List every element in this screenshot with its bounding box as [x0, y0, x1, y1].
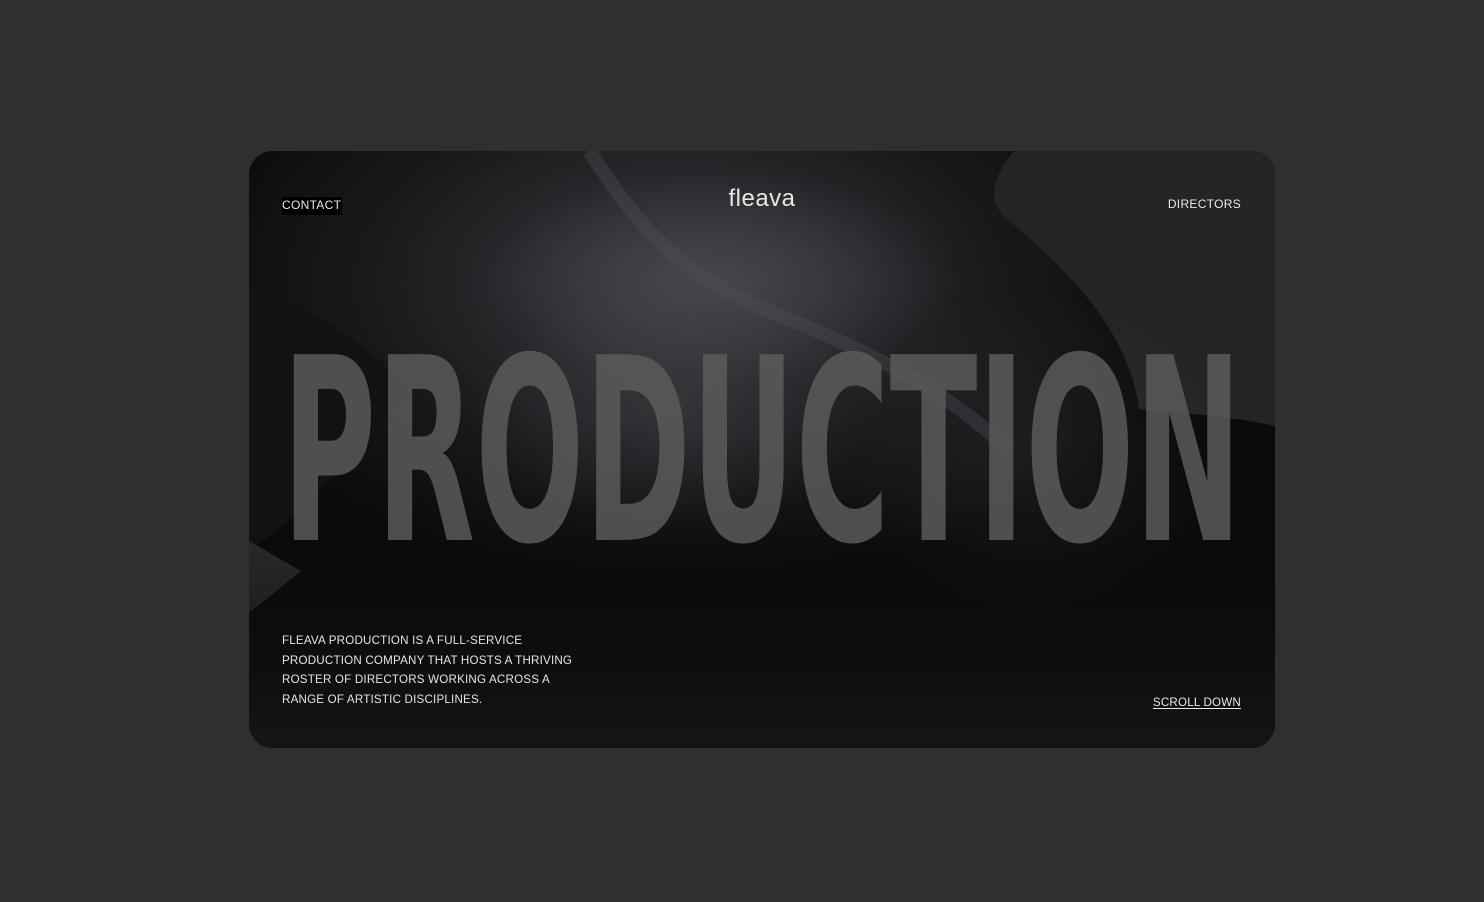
hero-card: PRODUCTION CONTACT fleava DIRECTORS FLEA…: [249, 151, 1275, 748]
scroll-down-link[interactable]: SCROLL DOWN: [1153, 696, 1241, 709]
hero-description: FLEAVA PRODUCTION IS A FULL-SERVICE PROD…: [282, 634, 573, 706]
nav-directors-link[interactable]: DIRECTORS: [1168, 197, 1241, 211]
brand-logo[interactable]: fleava: [249, 185, 1275, 213]
